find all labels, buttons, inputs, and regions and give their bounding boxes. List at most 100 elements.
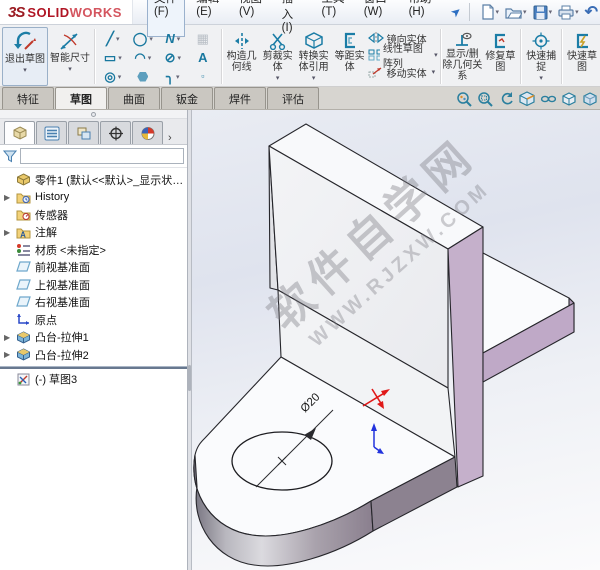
spline-icon: N	[165, 32, 174, 45]
arc-icon: ◠	[134, 51, 145, 64]
slot-tool-button[interactable]: ◎▾	[98, 67, 128, 86]
pattern-grid-icon: ▦	[197, 32, 209, 45]
mirror-entities-icon	[368, 32, 384, 44]
move-entities-button[interactable]: 移动实体▾	[368, 64, 438, 80]
display-delete-relations-button[interactable]: 显示/删除几何关系 ▾	[442, 27, 482, 86]
point-icon: ▫	[201, 72, 204, 81]
view-settings-icon[interactable]	[539, 90, 556, 107]
line-tool-button[interactable]: ╱▾	[98, 29, 128, 48]
feature-manager-tab[interactable]	[4, 121, 35, 144]
tree-filter-row	[0, 145, 187, 168]
display-manager-tab[interactable]	[132, 121, 163, 144]
feature-tree: 零件1 (默认<<默认>_显示状态 1>) ▶ History 传感器 ▶ A …	[0, 168, 187, 570]
boss-extrude-icon	[16, 348, 33, 361]
ellipse-tool-button[interactable]: ⊘▾	[158, 48, 188, 67]
sensors-folder-icon	[16, 208, 33, 221]
tree-item-boss-extrude2[interactable]: ▶ 凸台-拉伸2	[0, 346, 187, 364]
toolbar-separator	[469, 3, 470, 21]
trim-entities-button[interactable]: 剪裁实体 ▾	[260, 27, 296, 86]
configuration-manager-tab[interactable]	[68, 121, 99, 144]
exit-sketch-button[interactable]: 退出草图 ▾	[2, 27, 48, 86]
smart-dimension-button[interactable]: 智能尺寸 ▾	[48, 27, 92, 86]
display-style-icon[interactable]	[581, 90, 598, 107]
convert-entities-button[interactable]: 转换实体引用 ▾	[296, 27, 332, 86]
feature-tree-filter-input[interactable]	[20, 148, 184, 164]
tab-sheet-metal[interactable]: 钣金	[161, 87, 213, 109]
print-button[interactable]: ▾	[556, 4, 581, 21]
history-folder-icon	[16, 191, 33, 204]
tab-features[interactable]: 特征	[2, 87, 54, 109]
tree-item-top-plane[interactable]: 上视基准面	[0, 276, 187, 294]
new-document-icon	[480, 4, 495, 20]
tree-item-history[interactable]: ▶ History	[0, 189, 187, 207]
quick-snaps-button[interactable]: 快速捕捉 ▾	[523, 27, 559, 86]
tab-surfaces[interactable]: 曲面	[108, 87, 160, 109]
save-icon	[533, 5, 548, 20]
tab-weldments[interactable]: 焊件	[214, 87, 266, 109]
construction-geometry-button[interactable]: 构造几何线	[224, 27, 260, 86]
panel-collapse-handle[interactable]	[0, 110, 187, 119]
property-manager-icon	[44, 126, 60, 141]
zoom-area-icon[interactable]	[476, 90, 493, 107]
rapid-sketch-button[interactable]: 快速草图	[564, 27, 600, 86]
text-icon: A	[198, 51, 207, 64]
save-button[interactable]: ▾	[531, 4, 555, 21]
tab-sketch[interactable]: 草图	[55, 87, 107, 109]
repair-sketch-button[interactable]: 修复草图	[482, 27, 518, 86]
zoom-fit-icon[interactable]	[455, 90, 472, 107]
new-document-button[interactable]: ▾	[478, 3, 502, 21]
tree-item-boss-extrude1[interactable]: ▶ 凸台-拉伸1	[0, 329, 187, 347]
tree-item-annotations[interactable]: ▶ A 注解	[0, 224, 187, 242]
plane-icon	[16, 261, 33, 273]
plane-icon	[16, 279, 33, 291]
tree-item-origin[interactable]: 原点	[0, 311, 187, 329]
point-tool-button[interactable]: ▫	[188, 67, 218, 86]
undo-button[interactable]: ↶	[583, 1, 600, 23]
property-manager-tab[interactable]	[36, 121, 67, 144]
rectangle-tool-button[interactable]: ▭▾	[98, 48, 128, 67]
tree-item-sketch3[interactable]: (-) 草图3	[0, 371, 187, 389]
spline-tool-button[interactable]: N▾	[158, 29, 188, 48]
part-icon	[16, 173, 33, 186]
tree-item-front-plane[interactable]: 前视基准面	[0, 259, 187, 277]
panel-tab-strip: ›	[0, 119, 187, 145]
pattern-grid-tool-button[interactable]: ▦	[188, 29, 218, 48]
section-view-icon[interactable]	[518, 90, 535, 107]
part-3d-model[interactable]: Ø20	[192, 110, 600, 570]
circle-tool-button[interactable]: ◯▾	[128, 29, 158, 48]
expand-arrow-icon: ▶	[4, 333, 16, 342]
expand-arrow-icon: ▶	[4, 228, 16, 237]
tree-item-material[interactable]: 材质 <未指定>	[0, 241, 187, 259]
line-icon: ╱	[106, 32, 114, 45]
feature-manager-icon	[12, 126, 28, 141]
pin-menu-icon[interactable]: ➤	[447, 3, 464, 20]
solidworks-window: 3S SOLIDWORKS 文件(F) 编辑(E) 视图(V) 插入(I) 工具…	[0, 0, 600, 570]
previous-view-icon[interactable]	[497, 90, 514, 107]
tree-item-right-plane[interactable]: 右视基准面	[0, 294, 187, 312]
plane-icon	[16, 296, 33, 308]
view-orientation-icon[interactable]	[560, 90, 577, 107]
slot-icon: ◎	[104, 70, 115, 83]
panel-tabs-overflow-chevron[interactable]: ›	[168, 132, 172, 144]
heads-up-view-toolbar	[455, 90, 598, 109]
arc-tool-button[interactable]: ◠▾	[128, 48, 158, 67]
polygon-tool-button[interactable]	[128, 67, 158, 86]
tab-evaluate[interactable]: 评估	[267, 87, 319, 109]
graphics-viewport[interactable]: Ø20 软件自学网 WWW.RJZXW.COM	[192, 110, 600, 570]
offset-entities-button[interactable]: 等距实体	[332, 27, 368, 86]
open-document-icon	[505, 5, 522, 20]
command-manager-tab-bar: 特征 草图 曲面 钣金 焊件 评估	[0, 87, 600, 110]
solidworks-logo: 3S SOLIDWORKS	[0, 0, 133, 24]
convert-entities-icon	[304, 31, 324, 51]
configuration-manager-icon	[76, 126, 92, 141]
tree-item-part[interactable]: 零件1 (默认<<默认>_显示状态 1>)	[0, 171, 187, 189]
move-entities-icon	[368, 66, 384, 78]
linear-sketch-pattern-button[interactable]: 线性草图阵列▾	[368, 47, 438, 63]
dimxpert-manager-tab[interactable]	[100, 121, 131, 144]
rollback-bar[interactable]	[0, 366, 187, 369]
ellipse-icon: ⊘	[165, 51, 176, 64]
tree-item-sensors[interactable]: 传感器	[0, 206, 187, 224]
open-document-button[interactable]: ▾	[503, 4, 529, 21]
text-tool-button[interactable]: A	[188, 48, 218, 67]
fillet-tool-button[interactable]: ╮▾	[158, 67, 188, 86]
